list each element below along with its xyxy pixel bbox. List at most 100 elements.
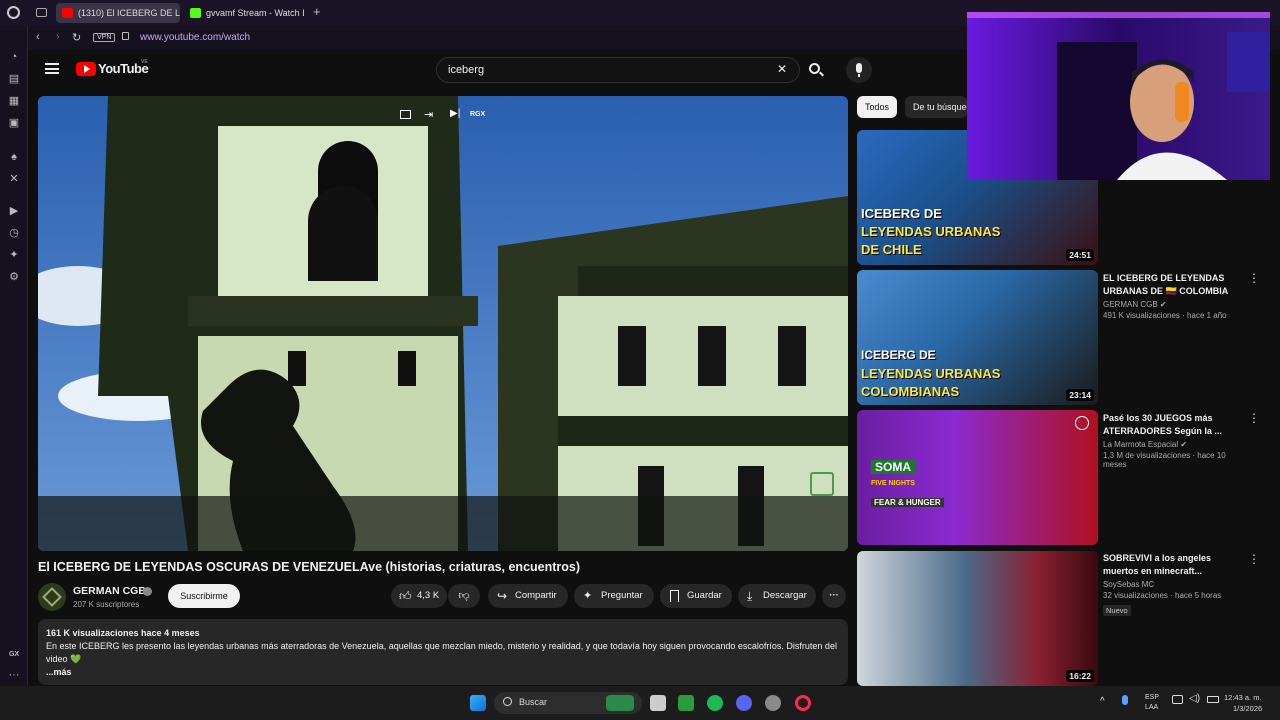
related-thumbnail[interactable]: SOMA FIVE NIGHTS FEAR & HUNGER [857, 410, 1098, 545]
channel-name[interactable]: GERMAN CGB [73, 585, 146, 597]
taskbar-search-label: Buscar [519, 697, 548, 707]
like-count: 4,3 K [417, 590, 440, 601]
search-input[interactable]: iceberg [436, 57, 800, 83]
thumb-title-line: COLOMBIANAS [861, 384, 960, 399]
spotify-icon[interactable] [707, 695, 723, 711]
chip-from-search[interactable]: De tu búsqueda [905, 96, 967, 118]
x-icon[interactable]: ✕ [7, 172, 21, 186]
vpn-badge[interactable]: VPN [93, 33, 116, 42]
new-tab-button[interactable]: + [313, 4, 321, 19]
video-duration: 24:51 [1066, 249, 1094, 261]
taskbar-search[interactable]: Buscar [494, 692, 642, 714]
thumb-title-line: LEYENDAS URBANAS [861, 366, 1001, 381]
battery-icon[interactable] [1207, 696, 1219, 703]
volume-icon[interactable]: ◁) [1189, 693, 1200, 704]
new-badge: Nuevo [1103, 605, 1131, 616]
region-code: VE [141, 59, 148, 65]
clear-search-icon[interactable]: ✕ [777, 62, 787, 76]
forward-icon[interactable]: › [56, 31, 60, 43]
thumbs-up-icon: 👍︎ [399, 589, 412, 603]
discord-icon[interactable] [736, 695, 752, 711]
voice-search-button[interactable] [846, 57, 872, 83]
shopping-icon[interactable]: ▤ [7, 72, 21, 86]
file-explorer-icon[interactable] [650, 695, 666, 711]
url-field[interactable]: www.youtube.com/watch [140, 32, 250, 43]
watch-later-icon[interactable] [1075, 416, 1089, 430]
next-icon[interactable]: ▶| [450, 108, 460, 119]
clock-date[interactable]: 1/3/2026 [1233, 704, 1262, 713]
video-duration: 16:22 [1066, 670, 1094, 682]
tab-youtube[interactable]: (1310) El ICEBERG DE LEYE... [56, 3, 180, 23]
tray-chevron-icon[interactable]: ^ [1100, 696, 1105, 707]
reload-icon[interactable]: ↻ [72, 31, 81, 44]
related-thumbnail[interactable]: ICEBERG DE LEYENDAS URBANAS COLOMBIANAS … [857, 270, 1098, 405]
more-icon[interactable]: ··· [7, 668, 21, 682]
network-icon[interactable] [1172, 695, 1183, 704]
clock-time[interactable]: 12:43 a. m. [1224, 693, 1262, 702]
related-info[interactable]: EL ICEBERG DE LEYENDAS URBANAS DE 🇨🇴 COL… [1103, 272, 1243, 320]
rgx-button[interactable]: RGX [470, 111, 485, 118]
channel-watermark-icon [810, 472, 834, 496]
related-thumbnail[interactable]: 16:22 [857, 551, 1098, 686]
twitch-icon[interactable]: ♠ [7, 150, 21, 164]
webcam-frame [967, 12, 1270, 180]
windows-taskbar: Buscar ^ ESP LAA ◁) 12:43 a. m. 1/3/2026 [0, 686, 1280, 720]
search-button[interactable] [800, 57, 830, 83]
subscribe-button[interactable]: Suscribirme [168, 584, 240, 608]
related-channel[interactable]: GERMAN CGB ✔ [1103, 300, 1243, 309]
bookmark-icon [670, 590, 679, 602]
tab-kick[interactable]: gvvamf Stream - Watch Li... [184, 3, 304, 23]
history-icon[interactable]: ◷ [7, 226, 21, 240]
related-title[interactable]: Pasé los 30 JUEGOS más ATERRADORES Según… [1103, 412, 1243, 438]
opera-gx-icon[interactable] [795, 695, 811, 711]
show-more-link[interactable]: ...más [46, 666, 840, 679]
detach-icon[interactable]: ⇥ [424, 108, 433, 121]
extensions-icon[interactable]: ✦ [7, 248, 21, 262]
chip-all[interactable]: Todos [857, 96, 898, 118]
related-menu-icon[interactable]: ⋮ [1248, 411, 1260, 425]
youtube-favicon-icon [62, 8, 73, 18]
description-box[interactable]: 161 K visualizaciones hace 4 meses En es… [38, 619, 848, 685]
mic-tray-icon[interactable] [1122, 695, 1128, 705]
xbox-app-icon[interactable] [678, 695, 694, 711]
video-duration: 23:14 [1066, 389, 1094, 401]
search-highlight-icon [606, 695, 634, 711]
messenger-icon[interactable]: ◔ [7, 50, 21, 64]
windows-start-icon[interactable] [470, 695, 486, 711]
back-icon[interactable]: ‹ [36, 31, 40, 43]
related-menu-icon[interactable]: ⋮ [1248, 552, 1260, 566]
channel-avatar[interactable] [38, 583, 66, 611]
mic-icon [856, 63, 862, 73]
download-icon: ⤓ [747, 589, 753, 603]
miniplayer-icon[interactable] [400, 110, 411, 119]
related-info[interactable]: SOBREVIVI a los angeles muertos en minec… [1103, 552, 1243, 618]
settings-icon[interactable]: ⚙ [7, 270, 21, 284]
save-button[interactable]: Guardar [660, 584, 732, 608]
related-menu-icon[interactable]: ⋮ [1248, 271, 1260, 285]
menu-icon[interactable] [45, 63, 59, 74]
download-button[interactable]: ⤓ Descargar [738, 584, 816, 608]
like-button[interactable]: 👍︎ 4,3 K [391, 584, 447, 608]
tab-label: (1310) El ICEBERG DE LEYE... [78, 8, 180, 18]
dislike-button[interactable]: 👎︎ [448, 584, 480, 608]
language-indicator-secondary: LAA [1145, 704, 1159, 711]
related-info[interactable]: Pasé los 30 JUEGOS más ATERRADORES Según… [1103, 412, 1243, 469]
language-indicator[interactable]: ESP [1145, 694, 1159, 701]
description-text: En este ICEBERG les presento las leyenda… [46, 641, 837, 664]
related-channel[interactable]: SoySebas MC [1103, 580, 1243, 589]
share-button[interactable]: ↪ Compartir [488, 584, 568, 608]
related-title[interactable]: SOBREVIVI a los angeles muertos en minec… [1103, 552, 1243, 578]
ask-button[interactable]: ✦ Preguntar [574, 584, 654, 608]
steam-icon[interactable] [765, 695, 781, 711]
kick-favicon-icon [190, 8, 201, 18]
video-player[interactable]: ⇥ ▶| RGX [38, 96, 848, 551]
player-icon[interactable]: ▣ [7, 116, 21, 130]
related-channel[interactable]: La Marmota Espacial ✔ [1103, 440, 1243, 449]
opera-logo-icon[interactable] [7, 6, 20, 19]
more-actions-button[interactable]: ··· [822, 584, 846, 608]
video-icon[interactable]: ▶ [7, 204, 21, 218]
related-title[interactable]: EL ICEBERG DE LEYENDAS URBANAS DE 🇨🇴 COL… [1103, 272, 1243, 298]
news-icon[interactable]: ▦ [7, 94, 21, 108]
gx-label[interactable]: GX [7, 648, 21, 662]
tab-manager-icon[interactable] [36, 8, 47, 17]
